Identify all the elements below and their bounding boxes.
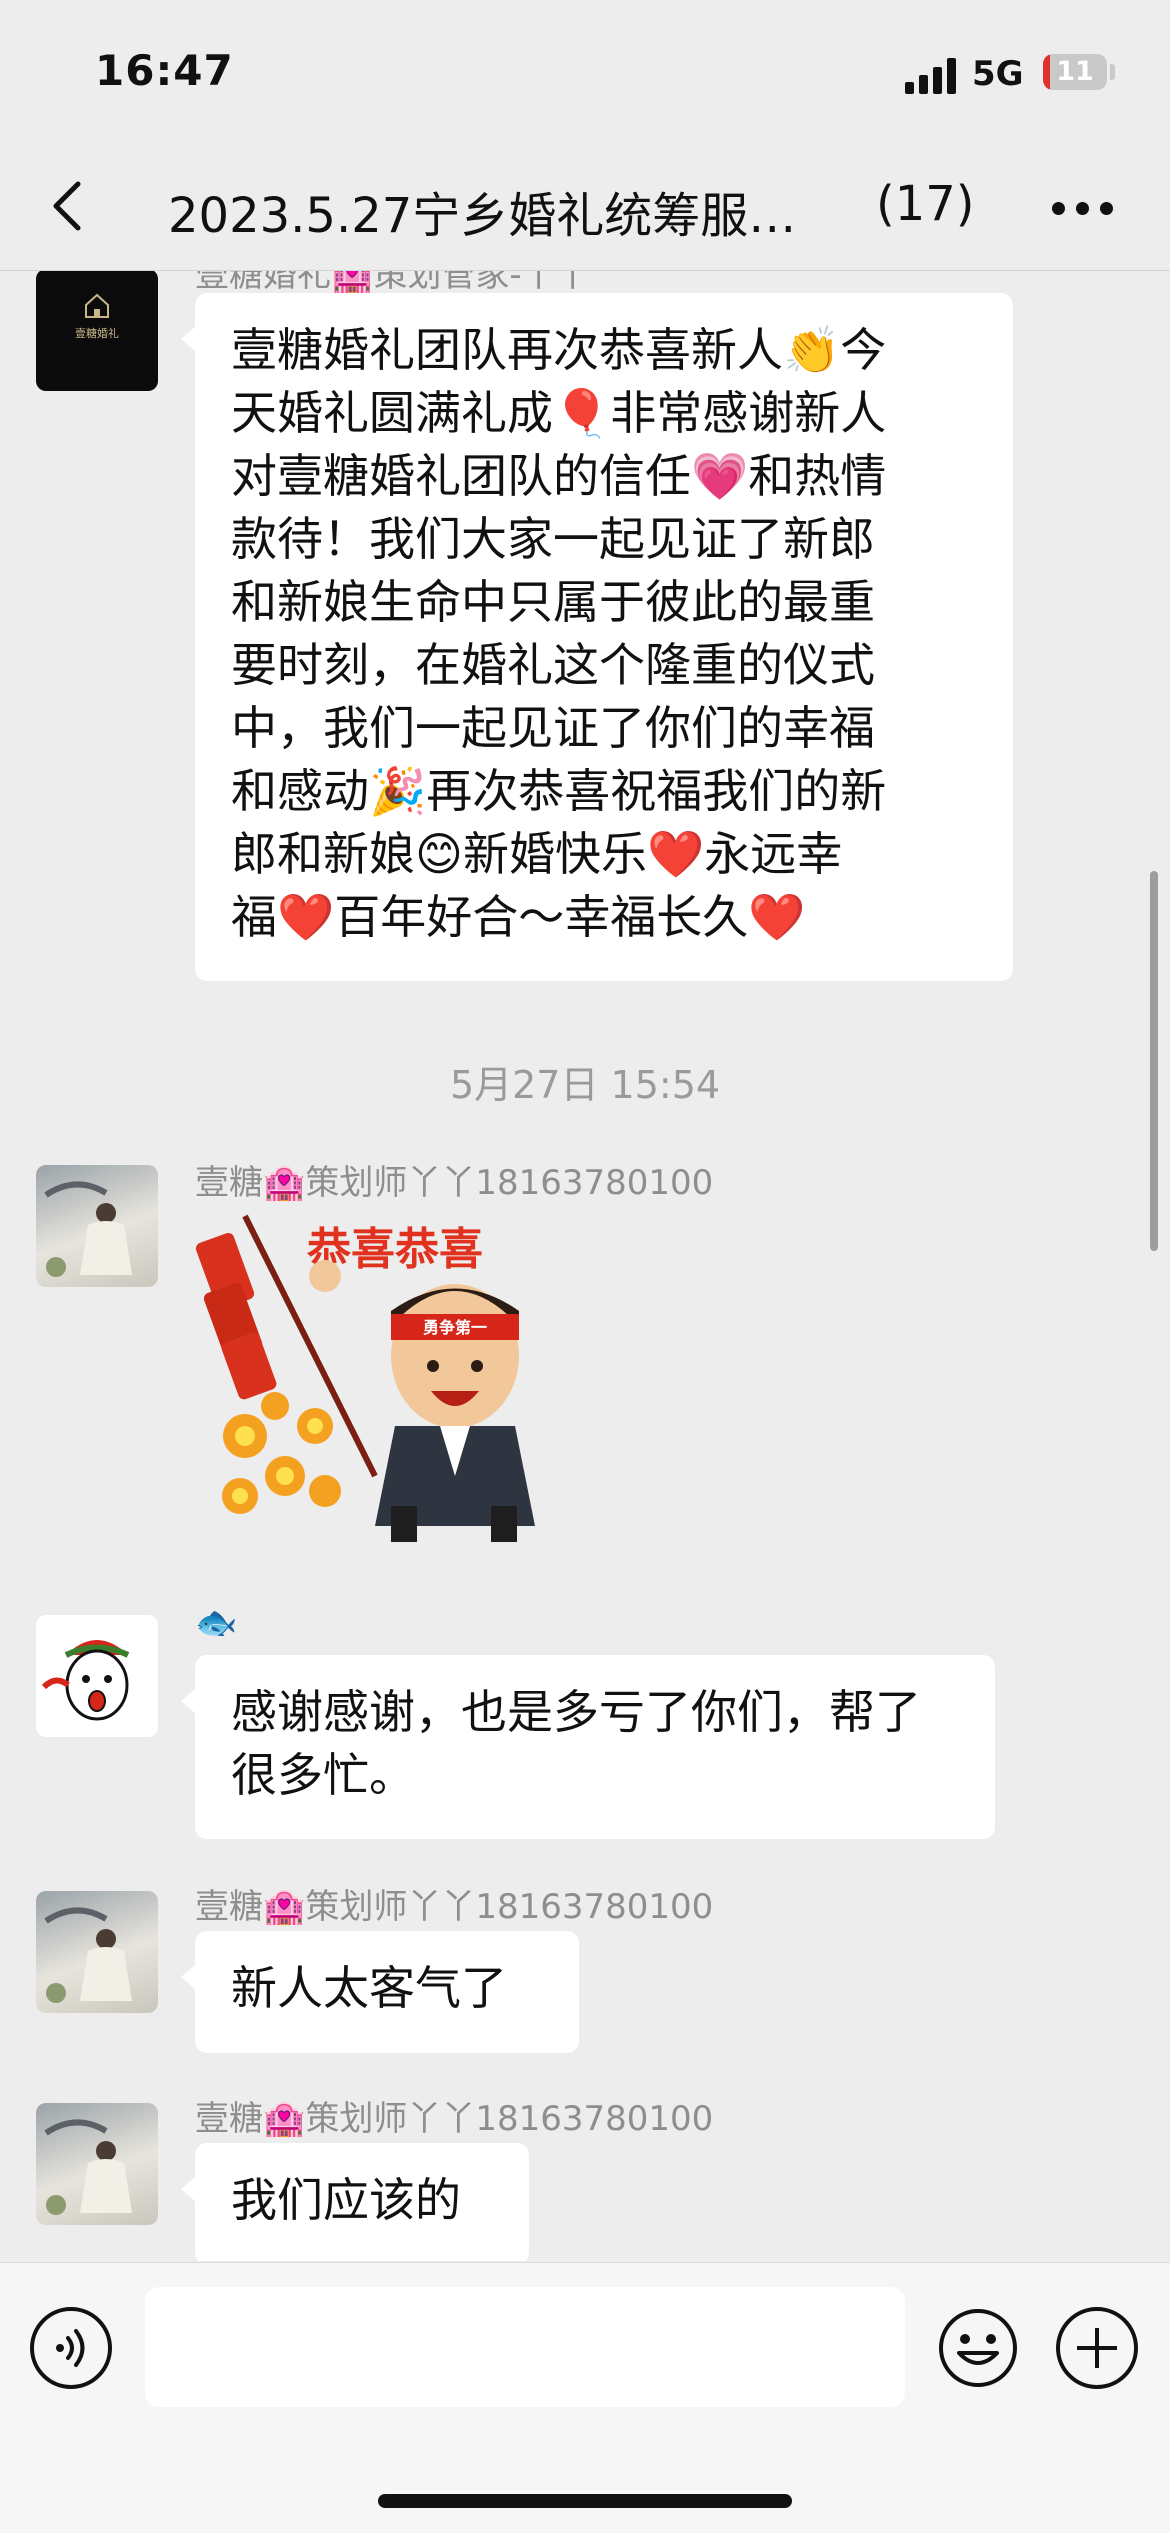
avatar[interactable] [36, 2103, 158, 2225]
message-line: 郎和新娘😊新婚快乐❤️永远幸 [231, 827, 843, 881]
signal-icon [905, 58, 959, 94]
voice-icon[interactable] [30, 2307, 112, 2389]
avatar[interactable] [36, 1891, 158, 2013]
sticker-image[interactable]: 恭喜恭喜 勇争第一 [195, 1206, 555, 1546]
plus-icon[interactable] [1056, 2307, 1138, 2389]
message-line: 中，我们一起见证了你们的幸福 [231, 701, 875, 755]
chat-title: 2023.5.27宁乡婚礼统筹服… [168, 188, 797, 244]
message-line: 福❤️百年好合～幸福长久❤️ [231, 890, 806, 944]
avatar-brand-text: 壹糖婚礼 [75, 327, 119, 340]
avatar[interactable]: 壹糖婚礼 [36, 271, 158, 391]
message-sender: 壹糖🏩策划师丫丫18163780100 [195, 2099, 714, 2139]
input-bar [0, 2262, 1170, 2533]
member-count: (17) [876, 176, 975, 232]
chevron-left-icon[interactable] [40, 176, 100, 236]
message-sender: 壹糖🏩策划师丫丫18163780100 [195, 1887, 714, 1927]
message-line: 要时刻，在婚礼这个隆重的仪式 [231, 638, 875, 692]
status-bar: 16:47 5G 11 [0, 0, 1170, 150]
scrollbar[interactable] [1150, 871, 1158, 1251]
battery-cap [1110, 64, 1115, 80]
headband-text: 勇争第一 [423, 1318, 487, 1337]
emoji-face-icon[interactable] [937, 2307, 1019, 2389]
cartoon-man: 勇争第一 [309, 1260, 535, 1542]
message-bubble[interactable]: 壹糖婚礼团队再次恭喜新人👏今 天婚礼圆满礼成🎈非常感谢新人 对壹糖婚礼团队的信任… [181, 293, 1013, 981]
message-list[interactable]: 壹糖婚礼🏩策划管家-丫丫 壹糖婚礼 壹糖婚礼团队再次恭喜新人👏今 天婚礼圆满礼成… [0, 271, 1170, 2261]
more-dots-icon[interactable] [1052, 202, 1114, 216]
status-time: 16:47 [95, 46, 234, 95]
avatar[interactable] [36, 1165, 158, 1287]
message-line: 款待！我们大家一起见证了新郎 [231, 512, 875, 566]
chat-header: 2023.5.27宁乡婚礼统筹服… (17) [0, 150, 1170, 271]
message-sender: 🐟 [195, 1603, 238, 1643]
message-input[interactable] [145, 2287, 905, 2407]
message-bubble[interactable]: 我们应该的 [181, 2143, 529, 2261]
network-type: 5G [972, 54, 1024, 94]
message-sender: 壹糖🏩策划师丫丫18163780100 [195, 1163, 714, 1203]
battery-level: 11 [1056, 56, 1094, 87]
home-indicator [378, 2494, 792, 2508]
battery-icon: 11 [1043, 54, 1107, 90]
message-bubble[interactable]: 新人太客气了 [181, 1931, 579, 2053]
timestamp: 5月27日 15:54 [449, 1063, 721, 1107]
avatar[interactable] [36, 1615, 158, 1737]
message-line: 天婚礼圆满礼成🎈非常感谢新人 [231, 386, 887, 440]
message-line: 和感动🎉再次恭喜祝福我们的新 [231, 764, 887, 818]
message-line: 壹糖婚礼团队再次恭喜新人👏今 [231, 323, 887, 377]
message-line: 和新娘生命中只属于彼此的最重 [231, 575, 875, 629]
message-line: 对壹糖婚礼团队的信任💗和热情 [231, 449, 887, 503]
message-bubble[interactable]: 感谢感谢，也是多亏了你们，帮了很多忙。 [181, 1655, 995, 1839]
